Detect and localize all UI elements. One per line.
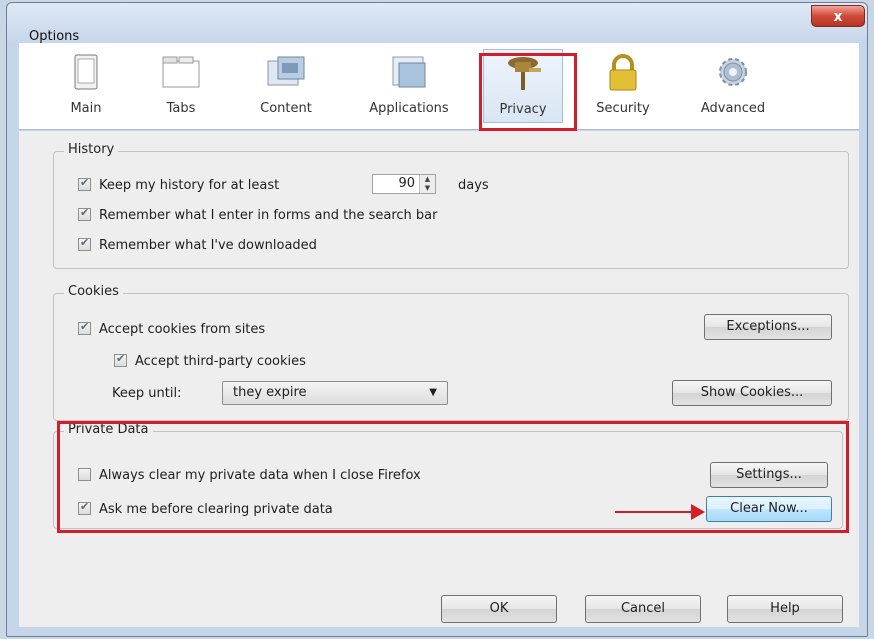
downloads-row: Remember what I've downloaded	[78, 236, 317, 253]
gear-icon	[719, 58, 747, 86]
pointer-arrow-shaft	[615, 511, 691, 513]
history-days-input[interactable]: 90 ▲ ▼	[372, 174, 436, 194]
pointer-arrow-icon	[691, 504, 705, 520]
tabs-icon	[162, 56, 200, 88]
history-legend: History	[64, 142, 119, 157]
tab-label: Tabs	[166, 101, 196, 116]
lock-icon	[609, 54, 637, 91]
window-title: Options	[29, 29, 80, 44]
keep-history-checkbox[interactable]	[78, 176, 91, 191]
history-days-value: 90	[398, 176, 415, 191]
third-party-checkbox[interactable]	[114, 352, 127, 367]
tab-label: Advanced	[700, 101, 766, 116]
forms-label: Remember what I enter in forms and the s…	[99, 208, 438, 223]
accept-cookies-checkbox[interactable]	[78, 320, 91, 335]
tab-main[interactable]: Main	[57, 49, 115, 123]
forms-row: Remember what I enter in forms and the s…	[78, 206, 438, 223]
content-icon	[267, 56, 305, 86]
keep-until-label: Keep until:	[112, 386, 182, 401]
downloads-checkbox[interactable]	[78, 236, 91, 251]
accept-cookies-row: Accept cookies from sites	[78, 320, 266, 337]
tab-content[interactable]: Content	[244, 49, 328, 123]
third-party-row: Accept third-party cookies	[114, 352, 306, 369]
privacy-highlight	[479, 53, 577, 131]
tab-advanced[interactable]: Advanced	[683, 49, 783, 123]
keep-until-select[interactable]: they expire ▼	[222, 381, 448, 405]
applications-icon	[392, 56, 426, 88]
cookies-legend: Cookies	[64, 284, 123, 299]
pane-toolbar: Main Tabs Content Applications Privacy S…	[19, 43, 859, 130]
cancel-button[interactable]: Cancel	[585, 595, 701, 623]
downloads-label: Remember what I've downloaded	[99, 238, 317, 253]
cookies-group: Cookies Accept cookies from sites Accept…	[53, 284, 849, 421]
options-window: Options x Main Tabs Content Applications…	[6, 2, 868, 637]
tab-tabs[interactable]: Tabs	[151, 49, 211, 123]
chevron-down-icon: ▼	[429, 387, 437, 398]
tab-label: Main	[70, 101, 102, 116]
privacy-pane: History Keep my history for at least 90 …	[19, 131, 859, 627]
close-button[interactable]: x	[811, 5, 865, 27]
tab-applications[interactable]: Applications	[351, 49, 467, 123]
tab-label: Security	[596, 101, 650, 116]
keep-history-row: Keep my history for at least	[78, 176, 280, 193]
tab-security[interactable]: Security	[585, 49, 661, 123]
tab-label: Content	[260, 101, 312, 116]
days-label: days	[458, 178, 489, 193]
history-group: History Keep my history for at least 90 …	[53, 142, 849, 269]
keep-until-value: they expire	[233, 385, 307, 400]
forms-checkbox[interactable]	[78, 206, 91, 221]
show-cookies-button[interactable]: Show Cookies...	[672, 380, 832, 406]
ok-button[interactable]: OK	[441, 595, 557, 623]
tab-label: Applications	[369, 101, 449, 116]
exceptions-button[interactable]: Exceptions...	[704, 314, 832, 340]
title-bar[interactable]: Options x	[7, 3, 867, 44]
keep-history-label: Keep my history for at least	[99, 178, 280, 193]
main-icon	[74, 54, 98, 90]
third-party-label: Accept third-party cookies	[135, 354, 306, 369]
help-button[interactable]: Help	[727, 595, 843, 623]
private-data-highlight	[57, 421, 849, 533]
days-spinner-arrows[interactable]: ▲ ▼	[419, 175, 435, 193]
accept-cookies-label: Accept cookies from sites	[99, 322, 266, 337]
